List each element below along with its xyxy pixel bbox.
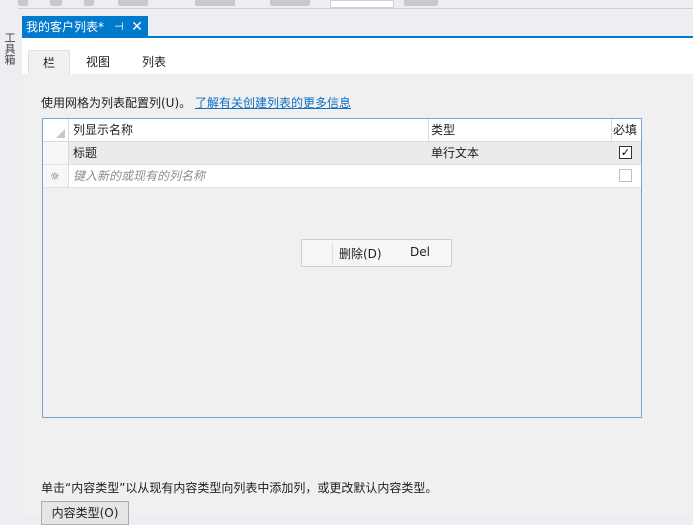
new-row[interactable]: ☼ 键入新的或现有的列名称	[43, 165, 641, 188]
content-type-button[interactable]: 内容类型(O)	[41, 501, 129, 525]
toolbox-label[interactable]: 工具箱	[3, 32, 16, 65]
cell-type[interactable]: 单行文本	[427, 142, 611, 164]
document-tab[interactable]: 我的客户列表* ⊣ ✕	[22, 16, 149, 37]
menu-item-label: 删除(D)	[339, 247, 382, 261]
toolbar-icon[interactable]	[84, 0, 94, 6]
list-designer: 栏 视图 列表 使用网格为列表配置列(U)。 了解有关创建列表的更多信息 列显示…	[22, 38, 693, 525]
grid-header: 列显示名称 类型 必填	[43, 119, 641, 142]
cell-required[interactable]	[610, 165, 641, 187]
toolbox-panel[interactable]: 工具箱	[0, 8, 18, 515]
tab-list[interactable]: 列表	[134, 50, 174, 74]
toolbar-icon[interactable]	[195, 0, 235, 6]
required-checkbox[interactable]: ✓	[619, 146, 632, 159]
toolbar-icon[interactable]	[50, 0, 62, 6]
close-icon[interactable]: ✕	[130, 20, 144, 34]
config-instructions: 使用网格为列表配置列(U)。	[41, 96, 192, 110]
header-required[interactable]: 必填	[610, 119, 644, 141]
header-column-name[interactable]: 列显示名称	[69, 119, 429, 141]
tab-columns[interactable]: 栏	[28, 50, 70, 75]
required-checkbox[interactable]	[619, 169, 632, 182]
columns-panel: 使用网格为列表配置列(U)。 了解有关创建列表的更多信息 列显示名称 类型 必填…	[22, 74, 693, 525]
new-row-icon: ☼	[50, 170, 60, 183]
header-type[interactable]: 类型	[427, 119, 612, 141]
columns-grid[interactable]: 列显示名称 类型 必填 标题 单行文本 ✓ ☼ 键入新的或现有的列名称 删除(D…	[42, 118, 642, 418]
cell-required[interactable]: ✓	[610, 142, 641, 164]
menu-item-delete[interactable]: 删除(D) Del	[302, 240, 451, 266]
toolbar-icon[interactable]	[404, 0, 438, 6]
tab-views[interactable]: 视图	[78, 50, 118, 74]
row-selector[interactable]: ☼	[43, 165, 69, 187]
designer-tabs: 栏 视图 列表	[22, 38, 693, 75]
more-info-link[interactable]: 了解有关创建列表的更多信息	[195, 94, 351, 111]
top-toolbar-strip	[0, 0, 693, 9]
content-type-hint: 单击“内容类型”以从现有内容类型向列表中添加列，或更改默认内容类型。	[41, 481, 438, 495]
pin-icon[interactable]: ⊣	[112, 20, 126, 33]
new-column-name-input[interactable]: 键入新的或现有的列名称	[69, 165, 428, 187]
select-all-corner[interactable]	[43, 119, 69, 141]
row-selector[interactable]	[43, 142, 69, 164]
cell-column-name[interactable]: 标题	[69, 142, 428, 164]
table-row[interactable]: 标题 单行文本 ✓	[43, 142, 641, 165]
cell-type[interactable]	[427, 165, 611, 187]
toolbar-icon[interactable]	[118, 0, 148, 6]
document-tab-title: 我的客户列表*	[26, 20, 105, 34]
toolbar-icon[interactable]	[18, 0, 28, 6]
context-menu: 删除(D) Del	[301, 239, 452, 267]
toolbar-dropdown[interactable]	[330, 0, 394, 8]
toolbar-icon[interactable]	[270, 0, 310, 6]
menu-item-shortcut: Del	[410, 245, 430, 259]
